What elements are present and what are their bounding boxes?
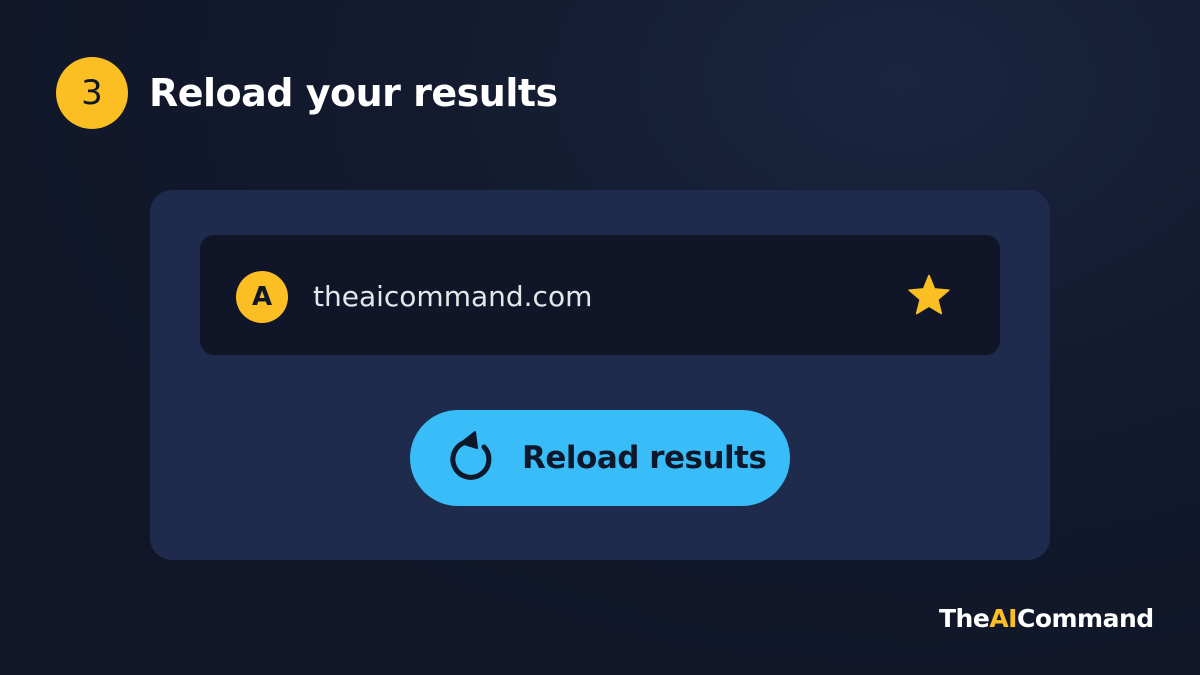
brand-logo: TheAICommand	[939, 604, 1154, 633]
step-title: Reload your results	[149, 71, 558, 115]
brand-logo-part-ai: AI	[989, 604, 1017, 633]
browser-card: A theaicommand.com Reload results	[150, 190, 1050, 560]
url-text[interactable]: theaicommand.com	[313, 275, 592, 319]
step-number-badge: 3	[56, 57, 128, 129]
address-bar[interactable]: A theaicommand.com	[200, 235, 1000, 355]
reload-icon	[450, 431, 492, 480]
reload-button-label: Reload results	[522, 440, 767, 476]
star-icon[interactable]	[904, 271, 954, 321]
brand-logo-part-the: The	[939, 604, 990, 633]
step-header: 3 Reload your results	[56, 57, 558, 129]
site-avatar: A	[236, 271, 288, 323]
reload-results-button[interactable]: Reload results	[410, 410, 790, 506]
brand-logo-part-command: Command	[1016, 604, 1154, 633]
